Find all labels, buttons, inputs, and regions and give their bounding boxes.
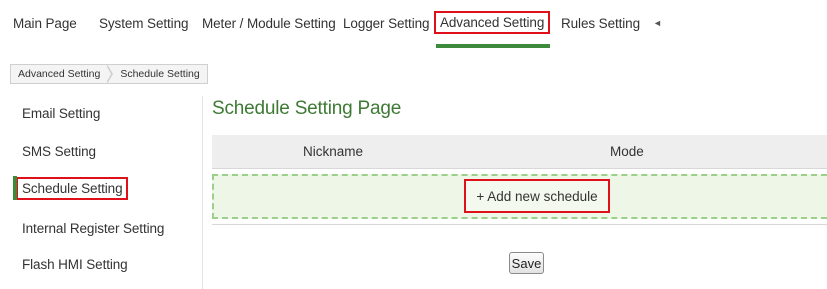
add-new-schedule-button[interactable]: + Add new schedule xyxy=(464,179,610,213)
tab-main-page[interactable]: Main Page xyxy=(13,16,77,31)
sidebar-item-label: Internal Register Setting xyxy=(22,220,165,236)
schedule-table-header: Nickname Mode xyxy=(212,135,827,169)
sidebar-item-label: Flash HMI Setting xyxy=(22,256,128,272)
column-header-nickname: Nickname xyxy=(303,144,364,159)
breadcrumb-schedule-setting[interactable]: Schedule Setting xyxy=(113,68,206,80)
sidebar-item-flash-hmi-setting[interactable]: Flash HMI Setting xyxy=(10,250,200,278)
tab-logger-setting[interactable]: Logger Setting xyxy=(343,16,430,31)
add-schedule-row: + Add new schedule xyxy=(212,174,827,219)
tab-system-setting[interactable]: System Setting xyxy=(99,16,188,31)
sidebar-item-email-setting[interactable]: Email Setting xyxy=(10,99,200,127)
save-button[interactable]: Save xyxy=(509,252,544,274)
triangle-left-icon[interactable]: ◄ xyxy=(653,18,662,28)
tab-rules-setting[interactable]: Rules Setting xyxy=(561,16,640,31)
sidebar-divider xyxy=(202,96,203,289)
sidebar-item-internal-register-setting[interactable]: Internal Register Setting xyxy=(10,214,200,242)
sidebar-item-label: Email Setting xyxy=(22,105,101,121)
sidebar-item-schedule-setting[interactable]: Schedule Setting xyxy=(10,174,200,202)
breadcrumb-advanced-setting[interactable]: Advanced Setting xyxy=(11,68,107,80)
sidebar-item-sms-setting[interactable]: SMS Setting xyxy=(10,137,200,165)
tab-meter-module-setting[interactable]: Meter / Module Setting xyxy=(202,16,336,31)
table-bottom-border xyxy=(212,224,827,225)
sidebar-item-label: SMS Setting xyxy=(22,143,96,159)
page-title: Schedule Setting Page xyxy=(212,98,402,119)
sidebar-item-label: Schedule Setting xyxy=(16,176,129,200)
top-navigation: Main Page System Setting Meter / Module … xyxy=(0,0,827,52)
tab-advanced-setting[interactable]: Advanced Setting xyxy=(434,11,551,34)
breadcrumb: Advanced Setting Schedule Setting xyxy=(10,64,208,84)
active-tab-indicator xyxy=(436,44,550,48)
sidebar: Email Setting SMS Setting Schedule Setti… xyxy=(10,96,203,289)
column-header-mode: Mode xyxy=(610,144,644,159)
active-item-indicator xyxy=(13,176,17,200)
